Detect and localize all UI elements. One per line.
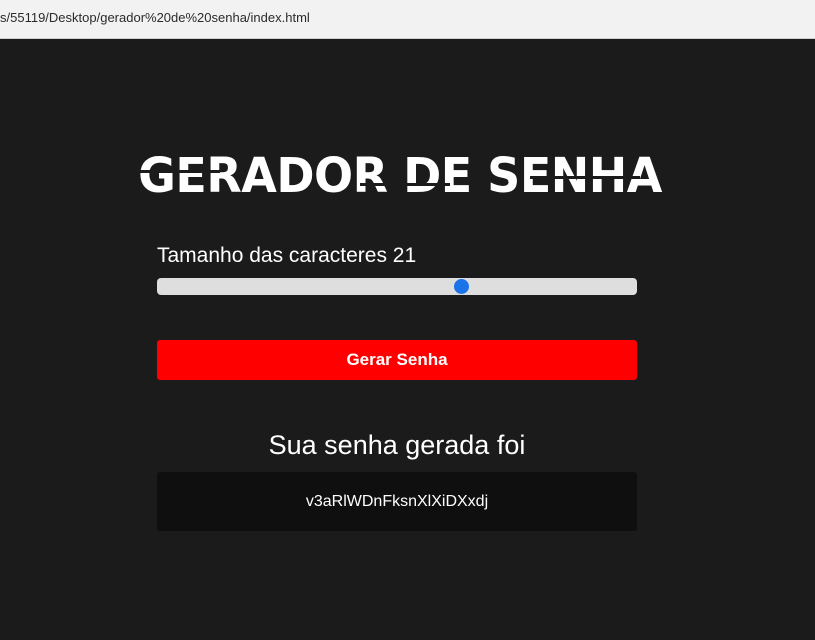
title-glitch-line <box>240 194 310 197</box>
generate-password-button[interactable]: Gerar Senha <box>157 340 637 380</box>
address-bar[interactable]: s/55119/Desktop/gerador%20de%20senha/ind… <box>0 0 815 39</box>
size-label: Tamanho das caracteres 21 <box>157 244 417 267</box>
result-heading: Sua senha gerada foi <box>268 430 526 460</box>
slider-thumb[interactable] <box>454 279 470 294</box>
password-text[interactable]: v3aRlWDnFksnXlXiDXxdj <box>306 493 488 511</box>
title-glitch-line <box>100 170 220 173</box>
page-title: GERADOR DE SENHA <box>138 146 662 204</box>
title-glitch-line <box>360 183 450 186</box>
title-glitch-line <box>530 176 640 179</box>
url-text[interactable]: s/55119/Desktop/gerador%20de%20senha/ind… <box>0 10 310 25</box>
password-output[interactable]: v3aRlWDnFksnXlXiDXxdj <box>157 472 637 531</box>
title-block: GERADOR DE SENHA <box>60 146 740 218</box>
length-slider[interactable] <box>157 278 637 295</box>
